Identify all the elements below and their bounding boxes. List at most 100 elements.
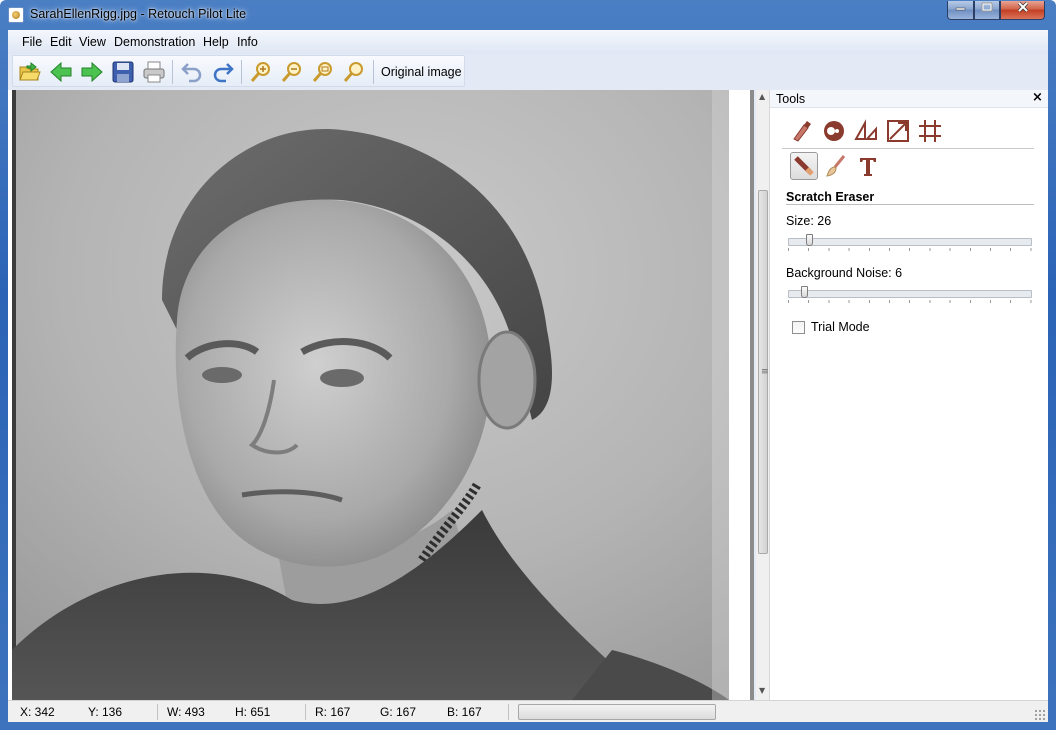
original-image-button[interactable]: Original image: [381, 65, 462, 79]
undo-icon: [181, 63, 202, 83]
window-frame: SarahEllenRigg.jpg - Retouch Pilot Lite …: [0, 0, 1056, 730]
cleaning-brush-icon: [826, 155, 846, 177]
status-separator: [508, 704, 509, 720]
slider-thumb[interactable]: [801, 286, 808, 298]
tool-crop-button[interactable]: [916, 117, 944, 145]
brush-icon: [793, 121, 811, 142]
close-button[interactable]: [1000, 1, 1045, 20]
print-icon: [143, 61, 165, 83]
close-icon: [1017, 1, 1028, 13]
size-slider[interactable]: [788, 234, 1032, 252]
tools-panel: Tools × Scratch Eraser Size: 26 Backgrou…: [770, 90, 1048, 700]
status-y: Y: 136: [88, 705, 123, 719]
print-button[interactable]: [141, 59, 167, 85]
tool-scratch-eraser-button[interactable]: [790, 152, 818, 180]
background-noise-label: Background Noise: 6: [786, 266, 903, 280]
menu-demonstration[interactable]: Demonstration: [114, 35, 195, 49]
slider-track[interactable]: [788, 290, 1032, 298]
tools-separator: [782, 148, 1034, 149]
slider-track[interactable]: [788, 238, 1032, 246]
slider-thumb[interactable]: [806, 234, 813, 246]
zoom-fit-button[interactable]: [310, 59, 336, 85]
maximize-button[interactable]: [974, 1, 1000, 20]
open-icon: [19, 61, 41, 81]
crop-icon: [919, 120, 941, 142]
undo-button[interactable]: [179, 59, 205, 85]
tool-perspective-button[interactable]: [852, 117, 880, 145]
status-green: G: 167: [380, 705, 417, 719]
size-label: Size: 26: [786, 214, 832, 228]
tools-panel-close-button[interactable]: ×: [1032, 90, 1043, 105]
menu-file[interactable]: File: [22, 35, 42, 49]
toolbar-separator: [373, 60, 374, 84]
zoom-in-button[interactable]: [248, 59, 274, 85]
client-area: File Edit View Demonstration Help Info O…: [8, 30, 1048, 722]
photo-image[interactable]: [12, 90, 729, 700]
tools-panel-title: Tools: [776, 92, 806, 106]
resize-grip[interactable]: [1034, 709, 1046, 721]
canvas-splitter[interactable]: [750, 90, 754, 700]
forward-button[interactable]: [79, 59, 105, 85]
minimize-icon: [955, 7, 965, 11]
tools-panel-header: Tools ×: [770, 90, 1048, 108]
zoom-actual-button[interactable]: [341, 59, 367, 85]
scroll-down-icon[interactable]: ▼: [759, 686, 765, 695]
slider-ticks: [788, 300, 1032, 303]
maximize-icon: [981, 2, 993, 12]
scroll-up-icon[interactable]: ▲: [759, 92, 765, 101]
toolbar-separator: [241, 60, 242, 84]
tool-brush-button[interactable]: [788, 117, 816, 145]
zoom-out-button[interactable]: [279, 59, 305, 85]
progress-bar: [518, 704, 716, 720]
redo-icon: [213, 63, 234, 83]
app-icon[interactable]: [8, 7, 24, 23]
zoom-actual-icon: [343, 62, 363, 82]
menu-help[interactable]: Help: [203, 35, 229, 49]
status-height: H: 651: [235, 705, 271, 719]
tool-text-button[interactable]: [854, 152, 882, 180]
tool-clone-button[interactable]: [820, 117, 848, 145]
section-divider: [786, 204, 1034, 205]
zoom-out-icon: [281, 62, 301, 82]
title-bar[interactable]: SarahEllenRigg.jpg - Retouch Pilot Lite: [0, 0, 1056, 30]
status-separator: [305, 704, 306, 720]
resize-icon: [887, 120, 909, 142]
zoom-in-icon: [250, 62, 270, 82]
minimize-button[interactable]: [947, 1, 974, 20]
save-icon: [112, 61, 134, 83]
image-canvas[interactable]: [8, 90, 754, 700]
zoom-fit-icon: [312, 62, 332, 82]
status-separator: [157, 704, 158, 720]
save-button[interactable]: [110, 59, 136, 85]
back-button[interactable]: [48, 59, 74, 85]
tool-section-title: Scratch Eraser: [786, 190, 875, 204]
back-icon: [50, 61, 72, 83]
status-x: X: 342: [20, 705, 55, 719]
menu-info[interactable]: Info: [237, 35, 258, 49]
menu-edit[interactable]: Edit: [50, 35, 72, 49]
forward-icon: [81, 61, 103, 83]
status-blue: B: 167: [447, 705, 482, 719]
text-icon: [860, 158, 876, 176]
slider-ticks: [788, 248, 1032, 251]
status-width: W: 493: [167, 705, 205, 719]
open-button[interactable]: [17, 59, 43, 85]
menu-view[interactable]: View: [79, 35, 106, 49]
main-toolbar: Original image: [12, 55, 465, 87]
background-noise-slider[interactable]: [788, 286, 1032, 304]
toolbar-separator: [172, 60, 173, 84]
perspective-icon: [854, 119, 877, 140]
trial-mode-label[interactable]: Trial Mode: [811, 320, 870, 334]
scrollbar-thumb[interactable]: ≡: [758, 190, 769, 554]
trial-mode-checkbox[interactable]: [792, 321, 805, 334]
status-bar: X: 342 Y: 136 W: 493 H: 651 R: 167 G: 16…: [8, 700, 1048, 722]
scroll-grip-icon: ≡: [761, 367, 769, 377]
status-red: R: 167: [315, 705, 351, 719]
panel-scrollbar[interactable]: ▲ ≡ ▼: [756, 90, 770, 700]
tool-cleaning-brush-button[interactable]: [822, 152, 850, 180]
menu-bar: File Edit View Demonstration Help Info: [8, 30, 1048, 54]
window-title: SarahEllenRigg.jpg - Retouch Pilot Lite: [30, 7, 247, 21]
redo-button[interactable]: [210, 59, 236, 85]
clone-icon: [824, 121, 844, 141]
tool-resize-button[interactable]: [884, 117, 912, 145]
